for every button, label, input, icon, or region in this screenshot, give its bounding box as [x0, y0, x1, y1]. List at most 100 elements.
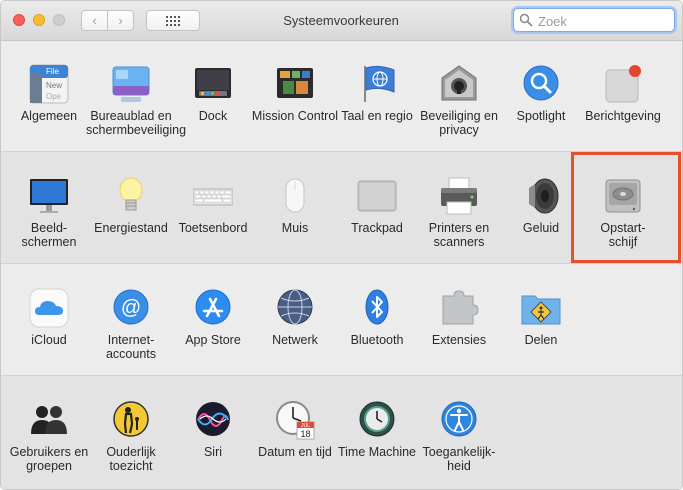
pane-label: Netwerk — [272, 333, 318, 347]
general-open-text: Ope — [46, 92, 62, 101]
search-icon — [519, 13, 533, 27]
pane-netwerk[interactable]: Netwerk — [254, 268, 336, 364]
desktop-screensaver-icon — [112, 66, 150, 102]
pane-toetsenbord[interactable]: Toetsenbord — [172, 156, 254, 252]
search-field[interactable] — [513, 8, 675, 32]
pane-label: Ouderlijk toezicht — [106, 445, 156, 473]
pane-spotlight[interactable]: Spotlight — [500, 44, 582, 140]
pane-label: Energiestand — [94, 221, 168, 235]
notifications-icon — [605, 65, 641, 103]
pane-internetaccounts[interactable]: @ Internet- accounts — [90, 268, 172, 364]
displays-icon — [30, 179, 68, 213]
pane-bureaublad[interactable]: Bureaublad en schermbeveiliging — [86, 44, 186, 140]
pane-bluetooth[interactable]: Bluetooth — [336, 268, 418, 364]
keyboard-icon — [193, 188, 233, 206]
pane-berichtgeving[interactable]: Berichtgeving — [582, 44, 664, 140]
pane-timemachine[interactable]: Time Machine — [336, 380, 418, 476]
forward-button[interactable]: › — [107, 10, 134, 31]
close-window-button[interactable] — [13, 14, 25, 26]
internet-accounts-icon: @ — [113, 289, 149, 325]
pane-algemeen[interactable]: File New Ope Algemeen — [8, 44, 90, 140]
pane-toegankelijkheid[interactable]: Toegankelijk- heid — [418, 380, 500, 476]
pane-ouderlijk[interactable]: Ouderlijk toezicht — [90, 380, 172, 476]
spotlight-icon — [523, 65, 559, 101]
accessibility-icon — [441, 401, 477, 437]
pane-label: Printers en scanners — [428, 221, 490, 249]
pane-label: iCloud — [31, 333, 67, 347]
pane-beveiliging[interactable]: Beveiliging en privacy — [418, 44, 500, 140]
pane-label: Dock — [198, 109, 228, 123]
pane-label: Toegankelijk- heid — [422, 445, 496, 473]
pane-label: Berichtgeving — [585, 109, 661, 123]
pane-label: Taal en regio — [341, 109, 413, 123]
window-title: Systeemvoorkeuren — [283, 13, 399, 28]
pane-dock[interactable]: Dock — [172, 44, 254, 140]
language-region-icon — [364, 65, 395, 102]
network-icon — [277, 289, 313, 325]
chevron-right-icon: › — [118, 13, 123, 28]
minimize-window-button[interactable] — [33, 14, 45, 26]
pane-appstore[interactable]: App Store — [172, 268, 254, 364]
time-machine-icon — [359, 401, 395, 437]
icloud-icon — [29, 288, 69, 328]
pane-label: Beveiliging en privacy — [420, 109, 498, 137]
pane-label: Mission Control — [251, 109, 339, 123]
highlight-box-startup-disk — [571, 152, 681, 263]
extensions-icon — [442, 290, 479, 325]
pane-label: Bluetooth — [350, 333, 404, 347]
pane-gebruikers[interactable]: Gebruikers en groepen — [8, 380, 90, 476]
mouse-icon — [285, 178, 305, 213]
pane-label: Trackpad — [351, 221, 403, 235]
general-icon: File New Ope — [29, 64, 69, 104]
siri-icon — [196, 402, 230, 436]
pane-label: Delen — [524, 333, 558, 347]
general-file-text: File — [46, 67, 59, 76]
energy-saver-icon — [119, 177, 143, 211]
dock-icon — [195, 68, 231, 98]
users-groups-icon — [31, 406, 67, 434]
pane-printers[interactable]: Printers en scanners — [418, 156, 500, 252]
pane-muis[interactable]: Muis — [254, 156, 336, 252]
pane-label: Spotlight — [516, 109, 566, 123]
pane-label: Beeld- schermen — [21, 221, 77, 249]
svg-text:@: @ — [121, 297, 141, 319]
pane-label: Extensies — [431, 333, 487, 347]
search-input[interactable] — [536, 11, 670, 31]
pane-energiestand[interactable]: Energiestand — [90, 156, 172, 252]
pane-label: Gebruikers en groepen — [9, 445, 89, 473]
pane-beeldschermen[interactable]: Beeld- schermen — [8, 156, 90, 252]
security-privacy-icon — [441, 65, 477, 101]
pane-label: Algemeen — [20, 109, 78, 123]
pane-mission-control[interactable]: Mission Control — [252, 44, 338, 140]
pane-label: App Store — [185, 333, 241, 347]
zoom-window-button[interactable] — [53, 14, 65, 26]
pane-datum[interactable]: JUL 18 Datum en tijd — [254, 380, 336, 476]
pane-extensies[interactable]: Extensies — [418, 268, 500, 364]
system-preferences-window: ‹ › Systeemvoorkeuren File New Ope — [0, 0, 683, 490]
pane-label: Siri — [203, 445, 223, 459]
mission-control-icon — [277, 68, 313, 98]
pane-label: Datum en tijd — [258, 445, 332, 459]
pane-label: Time Machine — [337, 445, 417, 459]
pane-taal[interactable]: Taal en regio — [336, 44, 418, 140]
trackpad-icon — [357, 180, 397, 212]
pane-icloud[interactable]: iCloud — [8, 268, 90, 364]
pane-label: Internet- accounts — [105, 333, 157, 361]
date-time-icon: JUL 18 — [276, 401, 315, 440]
show-all-button[interactable] — [146, 10, 200, 31]
general-new-text: New — [46, 81, 62, 90]
pane-label: Bureaublad en schermbeveiliging — [86, 109, 187, 137]
pane-geluid[interactable]: Geluid — [500, 156, 582, 252]
printer-icon — [441, 177, 477, 215]
sharing-icon — [521, 295, 561, 325]
title-bar: ‹ › Systeemvoorkeuren — [1, 1, 682, 41]
back-button[interactable]: ‹ — [81, 10, 108, 31]
pane-label: Toetsenbord — [178, 221, 248, 235]
parental-controls-icon — [113, 401, 149, 437]
pane-siri[interactable]: Siri — [172, 380, 254, 476]
bluetooth-icon — [365, 289, 389, 325]
calendar-day-text: 18 — [300, 429, 310, 439]
pane-delen[interactable]: Delen — [500, 268, 582, 364]
pane-trackpad[interactable]: Trackpad — [336, 156, 418, 252]
sound-icon — [529, 178, 559, 214]
